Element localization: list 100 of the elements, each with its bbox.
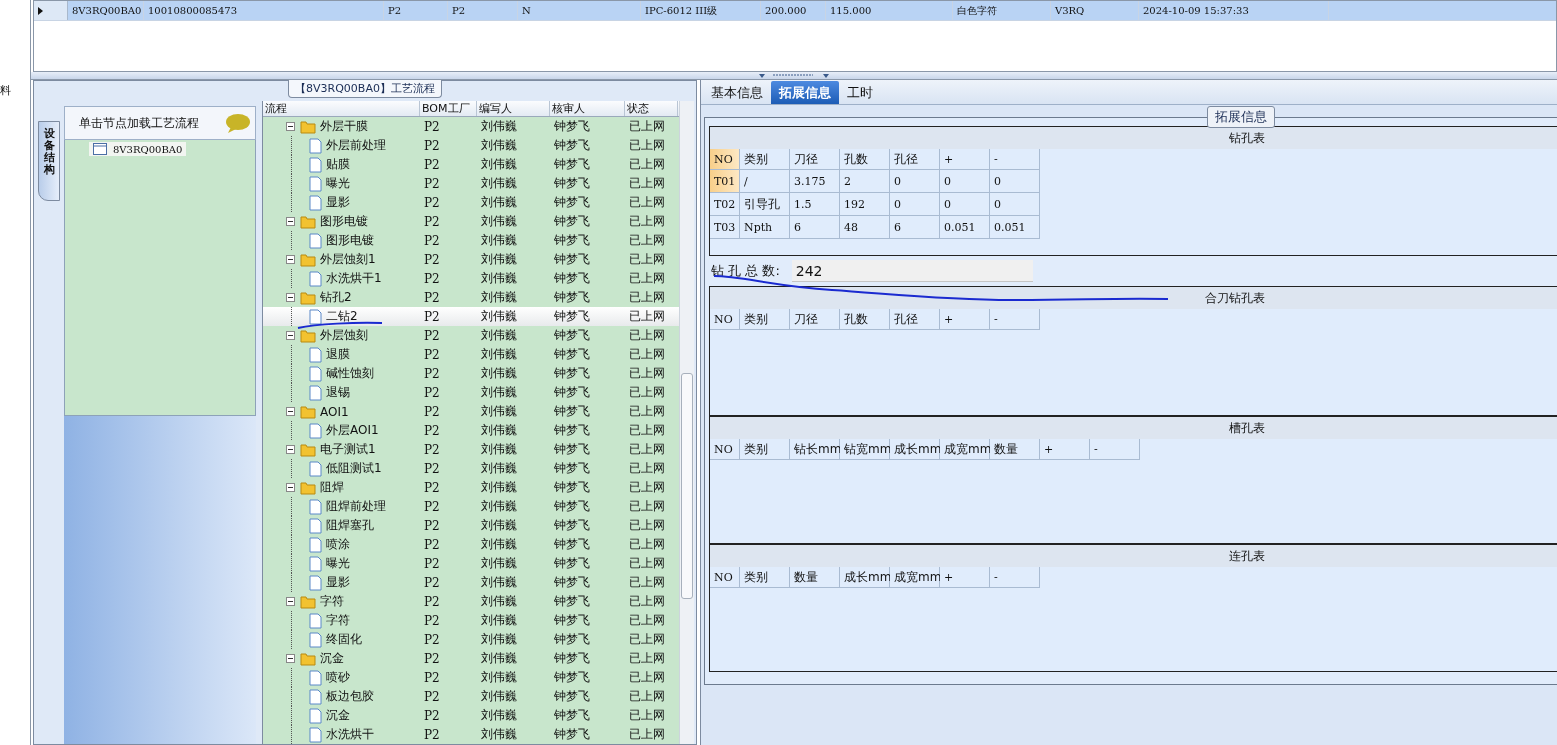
tree-row[interactable]: 沉金 P2 刘伟巍 钟梦飞 已上网: [263, 706, 679, 725]
table-cell-text: 钟梦飞: [553, 441, 591, 458]
table-cell: 0.051: [940, 216, 990, 239]
table-cell-text: 刘伟巍: [480, 726, 518, 743]
collapse-icon[interactable]: [286, 331, 295, 340]
tree-row[interactable]: 碱性蚀刻 P2 刘伟巍 钟梦飞 已上网: [263, 364, 679, 383]
table-cell-text: 已上网: [628, 593, 666, 610]
column-header: 刀径: [790, 309, 840, 330]
tree-row[interactable]: 曝光 P2 刘伟巍 钟梦飞 已上网: [263, 554, 679, 573]
tree-row[interactable]: 阻焊 P2 刘伟巍 钟梦飞 已上网: [263, 478, 679, 497]
tree-row[interactable]: 喷砂 P2 刘伟巍 钟梦飞 已上网: [263, 668, 679, 687]
tree-row[interactable]: 外层干膜 P2 刘伟巍 钟梦飞 已上网: [263, 117, 679, 136]
tab[interactable]: 工时: [839, 81, 881, 104]
tree-row[interactable]: 低阻测试1 P2 刘伟巍 钟梦飞 已上网: [263, 459, 679, 478]
tree-row[interactable]: 板边包胶 P2 刘伟巍 钟梦飞 已上网: [263, 687, 679, 706]
tree-row[interactable]: 贴膜 P2 刘伟巍 钟梦飞 已上网: [263, 155, 679, 174]
table-cell: 0.051: [990, 216, 1040, 239]
tree-row[interactable]: 终固化 P2 刘伟巍 钟梦飞 已上网: [263, 630, 679, 649]
tree-row[interactable]: 喷涂 P2 刘伟巍 钟梦飞 已上网: [263, 535, 679, 554]
collapse-icon[interactable]: [286, 217, 295, 226]
table-cell: T02: [710, 193, 740, 216]
collapse-icon[interactable]: [286, 483, 295, 492]
tree-row[interactable]: 显影 P2 刘伟巍 钟梦飞 已上网: [263, 573, 679, 592]
tree-row[interactable]: 钻孔2 P2 刘伟巍 钟梦飞 已上网: [263, 288, 679, 307]
step-name: 曝光: [326, 555, 350, 572]
tree-row[interactable]: 字符 P2 刘伟巍 钟梦飞 已上网: [263, 592, 679, 611]
tree-row[interactable]: 显影 P2 刘伟巍 钟梦飞 已上网: [263, 193, 679, 212]
table-cell-text: 刘伟巍: [480, 251, 518, 268]
table-cell: 0: [990, 170, 1040, 193]
table-cell-text: 钟梦飞: [553, 365, 591, 382]
column-header: NO: [710, 439, 740, 460]
table-cell-text: 已上网: [628, 137, 666, 154]
column-header: 类别: [740, 149, 790, 170]
document-icon: [309, 384, 322, 401]
collapse-icon[interactable]: [286, 293, 295, 302]
table-cell-text: 钟梦飞: [553, 156, 591, 173]
tab[interactable]: 拓展信息: [771, 81, 839, 104]
step-name: 图形电镀: [326, 232, 374, 249]
grip-icon[interactable]: [759, 72, 829, 79]
table-cell-text: 钟梦飞: [553, 118, 591, 135]
table-title: 槽孔表: [1229, 419, 1265, 437]
table-cell-text: 钟梦飞: [553, 137, 591, 154]
tree-row[interactable]: 阻焊塞孔 P2 刘伟巍 钟梦飞 已上网: [263, 516, 679, 535]
tree-row[interactable]: 水洗烘干1 P2 刘伟巍 钟梦飞 已上网: [263, 269, 679, 288]
collapse-icon[interactable]: [286, 597, 295, 606]
tree-row[interactable]: 阻焊前处理 P2 刘伟巍 钟梦飞 已上网: [263, 497, 679, 516]
column-header: 孔径: [890, 309, 940, 330]
tree-row[interactable]: 二钻2 P2 刘伟巍 钟梦飞 已上网: [263, 307, 679, 326]
table-cell-text: 钟梦飞: [553, 631, 591, 648]
document-icon: [309, 612, 322, 629]
tree-row[interactable]: 退锡 P2 刘伟巍 钟梦飞 已上网: [263, 383, 679, 402]
collapse-icon[interactable]: [286, 255, 295, 264]
document-icon: [309, 669, 322, 686]
table-cell-text: 已上网: [628, 498, 666, 515]
tree-row[interactable]: 外层蚀刻1 P2 刘伟巍 钟梦飞 已上网: [263, 250, 679, 269]
tree-row[interactable]: 外层前处理 P2 刘伟巍 钟梦飞 已上网: [263, 136, 679, 155]
table-cell-text: 刘伟巍: [480, 707, 518, 724]
tree-row[interactable]: AOI1 P2 刘伟巍 钟梦飞 已上网: [263, 402, 679, 421]
table-cell: T01: [710, 170, 740, 193]
table-cell-text: 刘伟巍: [480, 156, 518, 173]
collapse-icon[interactable]: [286, 654, 295, 663]
table-cell-text: 刘伟巍: [480, 555, 518, 572]
collapse-icon[interactable]: [286, 445, 295, 454]
tree-row[interactable]: 图形电镀 P2 刘伟巍 钟梦飞 已上网: [263, 212, 679, 231]
step-name: 显影: [326, 574, 350, 591]
column-header: 核审人: [550, 101, 625, 116]
tree-row[interactable]: 外层蚀刻 P2 刘伟巍 钟梦飞 已上网: [263, 326, 679, 345]
step-name: 外层蚀刻1: [320, 251, 376, 268]
tree-row[interactable]: 图形电镀 P2 刘伟巍 钟梦飞 已上网: [263, 231, 679, 250]
table-cell-text: P2: [423, 708, 441, 723]
side-tab[interactable]: 设备结构: [38, 121, 60, 201]
collapse-icon[interactable]: [286, 407, 295, 416]
tree-row[interactable]: 外层AOI1 P2 刘伟巍 钟梦飞 已上网: [263, 421, 679, 440]
node-item[interactable]: 8V3RQ00BA0: [89, 142, 187, 156]
table-cell-text: 刘伟巍: [480, 175, 518, 192]
column-header: 编写人: [477, 101, 550, 116]
table-cell-text: 钟梦飞: [553, 555, 591, 572]
tree-row[interactable]: 曝光 P2 刘伟巍 钟梦飞 已上网: [263, 174, 679, 193]
tree-row[interactable]: 退膜 P2 刘伟巍 钟梦飞 已上网: [263, 345, 679, 364]
tree-row[interactable]: 沉金 P2 刘伟巍 钟梦飞 已上网: [263, 649, 679, 668]
step-name: 二钻2: [326, 308, 358, 325]
grid-row[interactable]: 8V3RQ00BA0 10010800085473 P2 P2 N IPC-6012 III级 200.000 115.000 白色字符 V3RQ 2024-10-09 15:37:33: [34, 1, 1556, 21]
tree-row[interactable]: 字符 P2 刘伟巍 钟梦飞 已上网: [263, 611, 679, 630]
tree-row[interactable]: 电子测试1 P2 刘伟巍 钟梦飞 已上网: [263, 440, 679, 459]
collapse-icon[interactable]: [286, 122, 295, 131]
step-name: 外层蚀刻: [320, 327, 368, 344]
column-header: 成长mm: [890, 439, 940, 460]
table-cell-text: 钟梦飞: [553, 707, 591, 724]
table-cell-text: 已上网: [628, 688, 666, 705]
tree-row[interactable]: 水洗烘干 P2 刘伟巍 钟梦飞 已上网: [263, 725, 679, 744]
table-cell-text: P2: [423, 195, 441, 210]
total-field[interactable]: 242: [791, 260, 1033, 282]
tab[interactable]: 基本信息: [703, 81, 771, 104]
table-cell-text: 刘伟巍: [480, 669, 518, 686]
step-name: 图形电镀: [320, 213, 368, 230]
table-cell-text: 刘伟巍: [480, 232, 518, 249]
table-title: 钻孔表: [1229, 129, 1265, 147]
document-icon: [309, 232, 322, 249]
scrollbar[interactable]: [679, 101, 694, 744]
grid-cell: N: [518, 1, 641, 20]
